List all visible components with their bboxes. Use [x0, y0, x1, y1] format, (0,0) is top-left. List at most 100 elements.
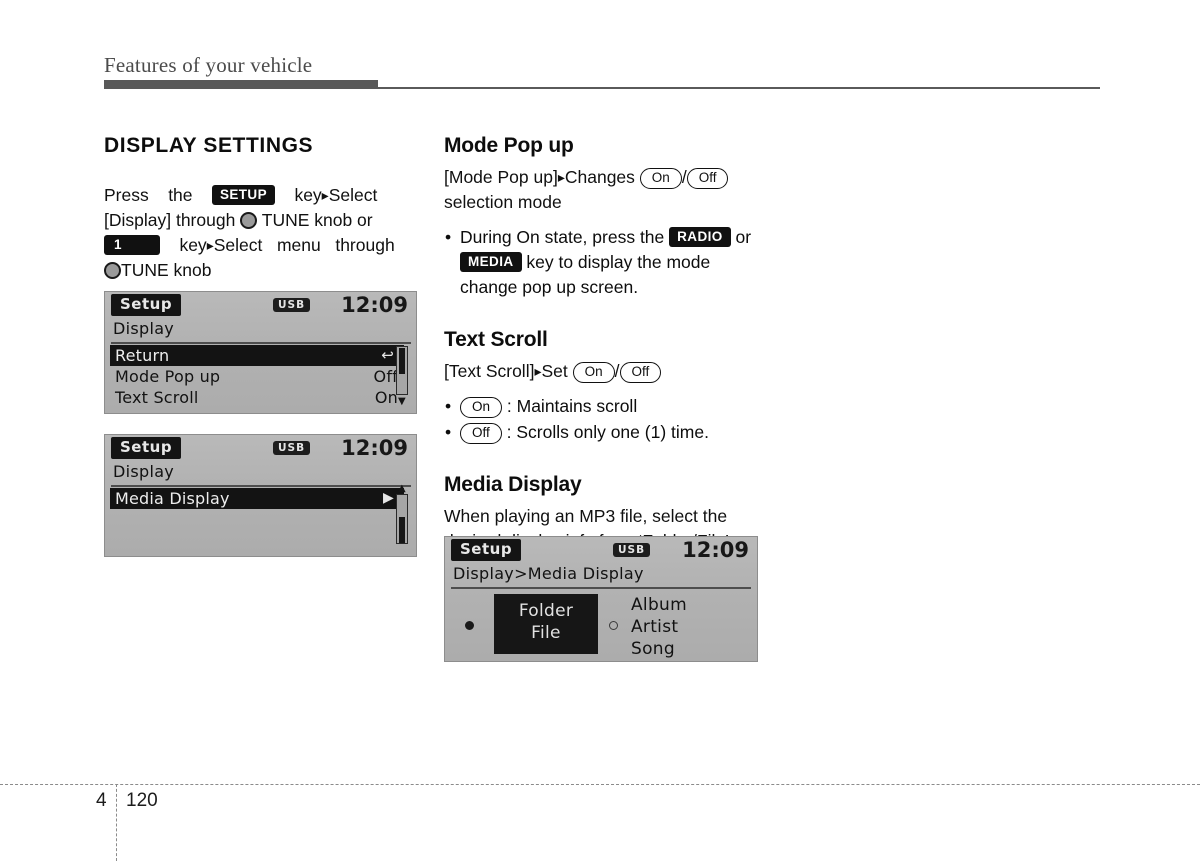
- lcd1-row-text-scroll[interactable]: Text Scroll On: [110, 387, 404, 408]
- footer-page-number: 120: [126, 790, 158, 811]
- lcd2-row-media-display-label: Media Display: [115, 489, 230, 508]
- step-arrow-icon-2: ▸: [206, 237, 214, 253]
- intro-text-key: key: [294, 185, 322, 205]
- lcd1-topbar: Setup USB 12:09: [105, 292, 416, 318]
- return-arrow-icon: ↩: [381, 346, 394, 364]
- lcd1-breadcrumb: Display: [113, 319, 175, 338]
- on-pill-bullet[interactable]: On: [460, 397, 503, 418]
- lcd3-topbar: Setup USB 12:09: [445, 537, 757, 563]
- option-folder-line2: File: [531, 623, 561, 643]
- option-album-line2: Artist: [631, 617, 679, 637]
- display-settings-heading: DISPLAY SETTINGS: [104, 134, 314, 157]
- lcd2-breadcrumb: Display: [113, 462, 175, 481]
- text-scroll-bullet-on-text: : Maintains scroll: [506, 396, 638, 416]
- lcd1-row-mode-popup-label: Mode Pop up: [115, 367, 221, 386]
- lcd1-divider: [111, 342, 411, 344]
- scroll-down-arrow-icon[interactable]: ▼: [398, 397, 406, 407]
- mode-popup-paragraph: [Mode Pop up]▸Changes On / Off selection m…: [444, 165, 759, 215]
- intro-text-menu: menu: [276, 235, 321, 255]
- lcd1-row-text-scroll-value: On: [374, 388, 398, 407]
- option-album-line1: Album: [631, 595, 687, 615]
- mode-popup-heading: Mode Pop up: [444, 134, 574, 157]
- mode-popup-bullet-text-1: During On state, press the: [460, 227, 665, 247]
- intro-text-through: through: [335, 235, 395, 255]
- intro-text-tune-knob-1: TUNE knob or: [261, 210, 373, 230]
- mode-popup-bullet-list: During On state, press the RADIO or MEDI…: [444, 225, 759, 300]
- text-scroll-set-text: Set: [541, 361, 568, 381]
- text-scroll-bullet-on: On : Maintains scroll: [444, 394, 759, 419]
- media-display-heading: Media Display: [444, 473, 582, 496]
- mode-popup-selection-mode-text: selection mode: [444, 192, 562, 212]
- media-display-option-folder-file[interactable]: Folder File: [494, 594, 598, 654]
- right-column: Mode Pop up [Mode Pop up]▸Changes On / Off…: [444, 133, 759, 579]
- off-pill-text-scroll[interactable]: Off: [619, 362, 662, 383]
- lcd1-title: Setup: [111, 294, 182, 316]
- lcd2-clock: 12:09: [341, 436, 408, 460]
- intro-text-display-through: [Display] through: [104, 210, 236, 230]
- lcd1-row-text-scroll-label: Text Scroll: [115, 388, 199, 407]
- footer-vertical-rule: [116, 784, 117, 861]
- on-pill-mode-popup[interactable]: On: [639, 168, 682, 189]
- setup-key-badge[interactable]: SETUP: [211, 185, 275, 205]
- lcd2-divider: [111, 485, 411, 487]
- text-scroll-bullet-off: Off : Scrolls only one (1) time.: [444, 420, 759, 445]
- preset-1-key-badge[interactable]: 1: [104, 235, 160, 255]
- mode-popup-bullet-or: or: [735, 227, 752, 247]
- intro-text-select: Select: [328, 185, 378, 205]
- footer-chapter-number: 4: [96, 790, 107, 811]
- tune-knob-icon-2: [104, 262, 121, 279]
- step-arrow-icon-3: ▸: [557, 169, 565, 185]
- intro-text-key-2: key: [179, 235, 207, 255]
- on-pill-text-scroll[interactable]: On: [572, 362, 615, 383]
- mode-popup-bracket-label: [Mode Pop up]: [444, 167, 558, 187]
- header-rule-thick: [104, 80, 378, 89]
- mode-popup-changes-text: Changes: [564, 167, 635, 187]
- lcd1-row-mode-popup[interactable]: Mode Pop up Off: [110, 366, 404, 387]
- lcd1-scrollbar[interactable]: [396, 346, 408, 395]
- lcd2-scrollbar[interactable]: [396, 494, 408, 544]
- lcd1-row-mode-popup-value: Off: [373, 367, 398, 386]
- intro-text-tune-knob-2: TUNE knob: [121, 260, 212, 280]
- lcd3-clock: 12:09: [682, 538, 749, 562]
- lcd2-scrollbar-thumb[interactable]: [399, 517, 405, 543]
- footer-horizontal-rule: [0, 784, 1200, 785]
- radio-key-badge[interactable]: RADIO: [669, 227, 731, 247]
- radio-unselected-icon[interactable]: [609, 621, 618, 630]
- scroll-up-arrow-icon[interactable]: ▲: [398, 484, 406, 494]
- play-arrow-icon: ▶: [383, 490, 394, 506]
- lcd2-row-media-display[interactable]: Media Display ▶: [110, 488, 404, 509]
- step-arrow-icon: ▸: [321, 187, 329, 203]
- mode-popup-bullet-item: During On state, press the RADIO or MEDI…: [444, 225, 759, 300]
- page-title: Features of your vehicle: [104, 53, 313, 77]
- lcd3-usb-icon: USB: [613, 543, 651, 557]
- radio-selected-icon[interactable]: [465, 621, 474, 630]
- off-pill-mode-popup[interactable]: Off: [686, 168, 729, 189]
- media-key-badge[interactable]: MEDIA: [460, 252, 522, 272]
- option-album-line3: Song: [631, 639, 675, 659]
- lcd1-usb-icon: USB: [273, 298, 311, 312]
- option-folder-line1: Folder: [518, 601, 574, 621]
- intro-text-the: the: [168, 185, 193, 205]
- lcd1-row-return[interactable]: Return ↩: [110, 345, 404, 366]
- lcd3-breadcrumb: Display>Media Display: [453, 564, 644, 583]
- off-pill-bullet[interactable]: Off: [460, 423, 502, 444]
- text-scroll-bracket-label: [Text Scroll]: [444, 361, 535, 381]
- tune-knob-icon: [240, 212, 258, 229]
- lcd-screenshot-media-display-options: Setup USB 12:09 Display>Media Display Fo…: [444, 536, 758, 662]
- lcd2-usb-icon: USB: [273, 441, 311, 455]
- intro-text-select-2: Select: [213, 235, 263, 255]
- display-settings-intro-paragraph: Press the SETUP key▸Select [Display] thr…: [104, 183, 418, 283]
- lcd3-divider: [451, 587, 751, 589]
- lcd1-clock: 12:09: [341, 293, 408, 317]
- lcd1-row-return-label: Return: [115, 346, 170, 365]
- lcd2-topbar: Setup USB 12:09: [105, 435, 416, 461]
- media-display-option-album-artist-song[interactable]: Album Artist Song: [631, 594, 687, 660]
- lcd-screenshot-display-menu: Setup USB 12:09 Display Return ↩ Mode Po…: [104, 291, 417, 414]
- lcd1-scrollbar-thumb[interactable]: [399, 348, 405, 374]
- text-scroll-slash: /: [614, 361, 620, 381]
- page-header: Features of your vehicle: [104, 52, 1100, 92]
